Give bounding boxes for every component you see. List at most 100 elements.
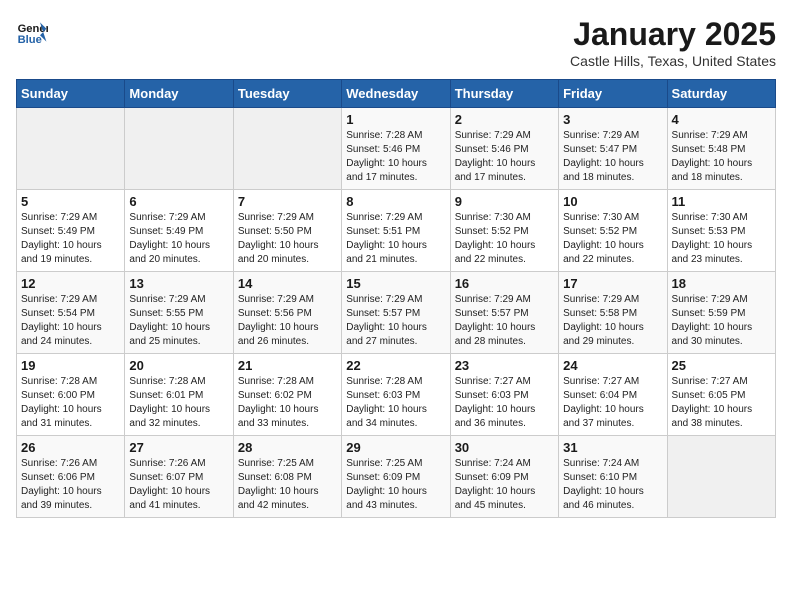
day-cell-23: 23Sunrise: 7:27 AM Sunset: 6:03 PM Dayli… — [450, 354, 558, 436]
day-info: Sunrise: 7:25 AM Sunset: 6:09 PM Dayligh… — [346, 457, 445, 513]
day-number: 16 — [455, 276, 554, 291]
day-number: 19 — [21, 358, 120, 373]
day-number: 26 — [21, 440, 120, 455]
day-number: 6 — [129, 194, 228, 209]
day-info: Sunrise: 7:28 AM Sunset: 6:02 PM Dayligh… — [238, 375, 337, 431]
logo-icon: General Blue — [16, 16, 48, 48]
day-info: Sunrise: 7:29 AM Sunset: 5:51 PM Dayligh… — [346, 211, 445, 267]
day-info: Sunrise: 7:28 AM Sunset: 6:01 PM Dayligh… — [129, 375, 228, 431]
weekday-header-saturday: Saturday — [667, 80, 775, 108]
week-row-5: 26 Sunrise: 7:26 AM Sunset: 6:06 PM Dayli… — [17, 436, 776, 518]
day-info: Sunrise: 7:29 AM Sunset: 5:58 PM Dayligh… — [563, 293, 662, 349]
day-info: Sunrise: 7:26 AM Sunset: 6:06 PM Dayligh… — [21, 457, 120, 513]
day-cell-20: 20 Sunrise: 7:28 AM Sunset: 6:01 PM Dayli… — [125, 354, 233, 436]
day-cell-15: 15 Sunrise: 7:29 AM Sunset: 5:57 PM Dayli… — [342, 272, 450, 354]
day-info: Sunrise: 7:27 AM Sunset: 6:04 PM Dayligh… — [563, 375, 662, 431]
day-cell-14: 14 Sunrise: 7:29 AM Sunset: 5:56 PM Dayli… — [233, 272, 341, 354]
day-number: 24 — [563, 358, 662, 373]
day-number: 11 — [672, 194, 771, 209]
day-number: 7 — [238, 194, 337, 209]
day-cell-17: 17 Sunrise: 7:29 AM Sunset: 5:58 PM Dayli… — [559, 272, 667, 354]
day-cell-16: 16 Sunrise: 7:29 AM Sunset: 5:57 PM Dayli… — [450, 272, 558, 354]
empty-cell — [233, 108, 341, 190]
day-info: Sunrise: 7:28 AM Sunset: 5:46 PM Dayligh… — [346, 129, 445, 185]
weekday-header-monday: Monday — [125, 80, 233, 108]
day-number: 14 — [238, 276, 337, 291]
day-info: Sunrise: 7:29 AM Sunset: 5:57 PM Dayligh… — [346, 293, 445, 349]
day-cell-22: 22 Sunrise: 7:28 AM Sunset: 6:03 PM Dayli… — [342, 354, 450, 436]
day-number: 3 — [563, 112, 662, 127]
day-cell-18: 18 Sunrise: 7:29 AM Sunset: 5:59 PM Dayli… — [667, 272, 775, 354]
day-number: 21 — [238, 358, 337, 373]
day-number: 22 — [346, 358, 445, 373]
day-cell-5: 5 Sunrise: 7:29 AM Sunset: 5:49 PM Daylig… — [17, 190, 125, 272]
day-number: 25 — [672, 358, 771, 373]
day-info: Sunrise: 7:29 AM Sunset: 5:47 PM Dayligh… — [563, 129, 662, 185]
weekday-header-wednesday: Wednesday — [342, 80, 450, 108]
day-number: 8 — [346, 194, 445, 209]
day-info: Sunrise: 7:27 AM Sunset: 6:05 PM Dayligh… — [672, 375, 771, 431]
week-row-4: 19 Sunrise: 7:28 AM Sunset: 6:00 PM Dayli… — [17, 354, 776, 436]
day-cell-31: 31 Sunrise: 7:24 AM Sunset: 6:10 PM Dayli… — [559, 436, 667, 518]
day-info: Sunrise: 7:24 AM Sunset: 6:10 PM Dayligh… — [563, 457, 662, 513]
empty-cell — [125, 108, 233, 190]
day-number: 1 — [346, 112, 445, 127]
day-number: 27 — [129, 440, 228, 455]
week-row-3: 12Sunrise: 7:29 AM Sunset: 5:54 PM Dayli… — [17, 272, 776, 354]
day-cell-4: 4 Sunrise: 7:29 AM Sunset: 5:48 PM Daylig… — [667, 108, 775, 190]
day-cell-6: 6 Sunrise: 7:29 AM Sunset: 5:49 PM Daylig… — [125, 190, 233, 272]
day-info: Sunrise: 7:29 AM Sunset: 5:50 PM Dayligh… — [238, 211, 337, 267]
day-number: 17 — [563, 276, 662, 291]
calendar-table: SundayMondayTuesdayWednesdayThursdayFrid… — [16, 79, 776, 518]
day-info: Sunrise: 7:28 AM Sunset: 6:03 PM Dayligh… — [346, 375, 445, 431]
weekday-header-row: SundayMondayTuesdayWednesdayThursdayFrid… — [17, 80, 776, 108]
day-number: 20 — [129, 358, 228, 373]
day-cell-29: 29 Sunrise: 7:25 AM Sunset: 6:09 PM Dayli… — [342, 436, 450, 518]
day-info: Sunrise: 7:29 AM Sunset: 5:59 PM Dayligh… — [672, 293, 771, 349]
day-cell-19: 19 Sunrise: 7:28 AM Sunset: 6:00 PM Dayli… — [17, 354, 125, 436]
day-info: Sunrise: 7:29 AM Sunset: 5:49 PM Dayligh… — [21, 211, 120, 267]
day-info: Sunrise: 7:29 AM Sunset: 5:57 PM Dayligh… — [455, 293, 554, 349]
day-number: 5 — [21, 194, 120, 209]
day-info: Sunrise: 7:25 AM Sunset: 6:08 PM Dayligh… — [238, 457, 337, 513]
day-number: 31 — [563, 440, 662, 455]
day-cell-8: 8 Sunrise: 7:29 AM Sunset: 5:51 PM Daylig… — [342, 190, 450, 272]
title-block: January 2025 Castle Hills, Texas, United… — [570, 16, 776, 69]
day-info: Sunrise: 7:30 AM Sunset: 5:53 PM Dayligh… — [672, 211, 771, 267]
day-info: Sunrise: 7:26 AM Sunset: 6:07 PM Dayligh… — [129, 457, 228, 513]
day-number: 15 — [346, 276, 445, 291]
day-cell-1: 1 Sunrise: 7:28 AM Sunset: 5:46 PM Daylig… — [342, 108, 450, 190]
day-info: Sunrise: 7:28 AM Sunset: 6:00 PM Dayligh… — [21, 375, 120, 431]
empty-cell — [17, 108, 125, 190]
day-info: Sunrise: 7:29 AM Sunset: 5:46 PM Dayligh… — [455, 129, 554, 185]
day-number: 10 — [563, 194, 662, 209]
day-info: Sunrise: 7:29 AM Sunset: 5:49 PM Dayligh… — [129, 211, 228, 267]
week-row-2: 5 Sunrise: 7:29 AM Sunset: 5:49 PM Daylig… — [17, 190, 776, 272]
day-info: Sunrise: 7:30 AM Sunset: 5:52 PM Dayligh… — [563, 211, 662, 267]
day-info: Sunrise: 7:29 AM Sunset: 5:55 PM Dayligh… — [129, 293, 228, 349]
svg-text:Blue: Blue — [18, 34, 42, 46]
day-cell-24: 24 Sunrise: 7:27 AM Sunset: 6:04 PM Dayli… — [559, 354, 667, 436]
logo: General Blue — [16, 16, 48, 48]
day-cell-13: 13 Sunrise: 7:29 AM Sunset: 5:55 PM Dayli… — [125, 272, 233, 354]
day-info: Sunrise: 7:24 AM Sunset: 6:09 PM Dayligh… — [455, 457, 554, 513]
day-number: 28 — [238, 440, 337, 455]
weekday-header-friday: Friday — [559, 80, 667, 108]
day-cell-10: 10 Sunrise: 7:30 AM Sunset: 5:52 PM Dayli… — [559, 190, 667, 272]
day-cell-9: 9Sunrise: 7:30 AM Sunset: 5:52 PM Daylig… — [450, 190, 558, 272]
day-number: 4 — [672, 112, 771, 127]
day-number: 23 — [455, 358, 554, 373]
day-info: Sunrise: 7:29 AM Sunset: 5:48 PM Dayligh… — [672, 129, 771, 185]
day-number: 29 — [346, 440, 445, 455]
day-number: 13 — [129, 276, 228, 291]
day-number: 12 — [21, 276, 120, 291]
day-cell-28: 28 Sunrise: 7:25 AM Sunset: 6:08 PM Dayli… — [233, 436, 341, 518]
day-number: 18 — [672, 276, 771, 291]
day-number: 9 — [455, 194, 554, 209]
empty-cell — [667, 436, 775, 518]
day-number: 30 — [455, 440, 554, 455]
weekday-header-sunday: Sunday — [17, 80, 125, 108]
day-info: Sunrise: 7:29 AM Sunset: 5:56 PM Dayligh… — [238, 293, 337, 349]
weekday-header-thursday: Thursday — [450, 80, 558, 108]
day-cell-7: 7 Sunrise: 7:29 AM Sunset: 5:50 PM Daylig… — [233, 190, 341, 272]
